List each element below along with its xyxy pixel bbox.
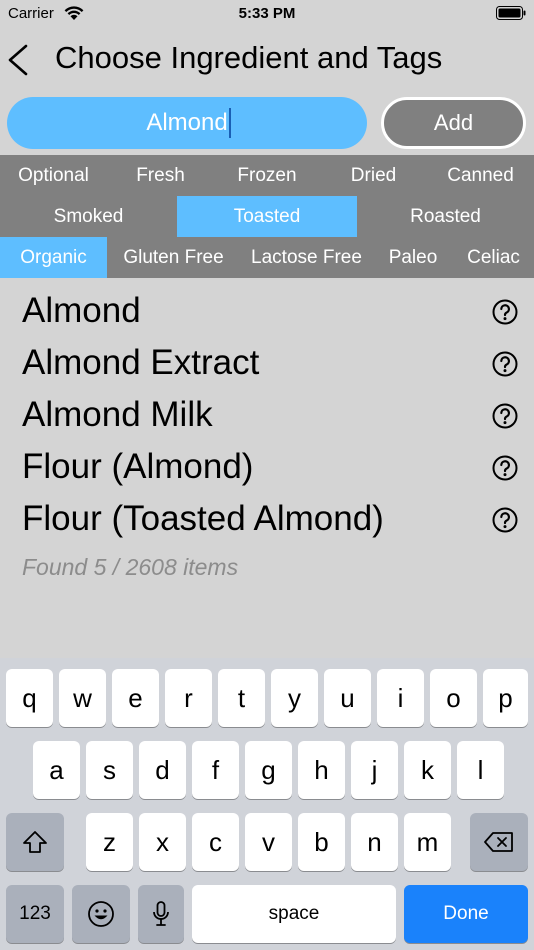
microphone-icon [153,901,169,926]
tag-celiac[interactable]: Celiac [453,237,534,278]
navigation-bar: Choose Ingredient and Tags [0,28,534,92]
key-y[interactable]: y [271,669,318,727]
list-item[interactable]: Almond [0,285,534,337]
back-chevron-icon[interactable] [4,38,34,82]
ingredient-name: Almond Extract [22,343,260,382]
tag-fresh[interactable]: Fresh [107,155,214,196]
tag-row-dietary: Organic Gluten Free Lactose Free Paleo C… [0,237,534,278]
key-r[interactable]: r [165,669,212,727]
tag-row-cooking: Smoked Toasted Roasted [0,196,534,237]
tag-optional[interactable]: Optional [0,155,107,196]
on-screen-keyboard: q w e r t y u i o p a s d f g h j k l z … [0,658,534,950]
tag-paleo[interactable]: Paleo [373,237,453,278]
key-n[interactable]: n [351,813,398,871]
help-icon[interactable] [492,299,518,325]
space-key[interactable]: space [192,885,396,943]
shift-icon [23,831,47,853]
key-b[interactable]: b [298,813,345,871]
emoji-icon [88,901,114,927]
key-m[interactable]: m [404,813,451,871]
tag-lactose-free[interactable]: Lactose Free [240,237,373,278]
backspace-icon [484,832,513,852]
list-item[interactable]: Almond Extract [0,337,534,389]
battery-icon [496,6,526,20]
tag-smoked[interactable]: Smoked [0,196,177,237]
tag-gluten-free[interactable]: Gluten Free [107,237,240,278]
tag-toasted[interactable]: Toasted [177,196,357,237]
key-z[interactable]: z [86,813,133,871]
key-t[interactable]: t [218,669,265,727]
key-p[interactable]: p [483,669,528,727]
key-s[interactable]: s [86,741,133,799]
status-bar: Carrier 5:33 PM [0,0,534,28]
help-icon[interactable] [492,351,518,377]
shift-key[interactable] [6,813,64,871]
key-k[interactable]: k [404,741,451,799]
list-item[interactable]: Flour (Almond) [0,441,534,493]
ingredient-name: Flour (Toasted Almond) [22,499,384,538]
text-caret [229,108,231,138]
tag-canned[interactable]: Canned [427,155,534,196]
tag-frozen[interactable]: Frozen [214,155,320,196]
key-f[interactable]: f [192,741,239,799]
results-count: Found 5 / 2608 items [22,554,239,580]
key-a[interactable]: a [33,741,80,799]
list-item[interactable]: Almond Milk [0,389,534,441]
key-v[interactable]: v [245,813,292,871]
key-c[interactable]: c [192,813,239,871]
ingredient-name: Almond Milk [22,395,213,434]
clock: 5:33 PM [238,5,296,22]
key-o[interactable]: o [430,669,477,727]
tag-row-preparation: Optional Fresh Frozen Dried Canned [0,155,534,196]
tag-organic[interactable]: Organic [0,237,107,278]
list-item[interactable]: Flour (Toasted Almond) [0,493,534,545]
key-j[interactable]: j [351,741,398,799]
key-d[interactable]: d [139,741,186,799]
help-icon[interactable] [492,507,518,533]
key-h[interactable]: h [298,741,345,799]
help-icon[interactable] [492,455,518,481]
key-q[interactable]: q [6,669,53,727]
help-icon[interactable] [492,403,518,429]
page-title: Choose Ingredient and Tags [55,40,443,75]
ingredient-search-input[interactable] [7,97,367,149]
numbers-key[interactable]: 123 [6,885,64,943]
add-button[interactable]: Add [381,97,526,149]
done-key[interactable]: Done [404,885,528,943]
tag-dried[interactable]: Dried [320,155,427,196]
key-l[interactable]: l [457,741,504,799]
key-u[interactable]: u [324,669,371,727]
ingredient-name: Almond [22,291,141,330]
key-e[interactable]: e [112,669,159,727]
key-i[interactable]: i [377,669,424,727]
ingredient-name: Flour (Almond) [22,447,254,486]
dictation-key[interactable] [138,885,184,943]
tag-roasted[interactable]: Roasted [357,196,534,237]
emoji-key[interactable] [72,885,130,943]
key-x[interactable]: x [139,813,186,871]
delete-key[interactable] [470,813,528,871]
key-g[interactable]: g [245,741,292,799]
key-w[interactable]: w [59,669,106,727]
